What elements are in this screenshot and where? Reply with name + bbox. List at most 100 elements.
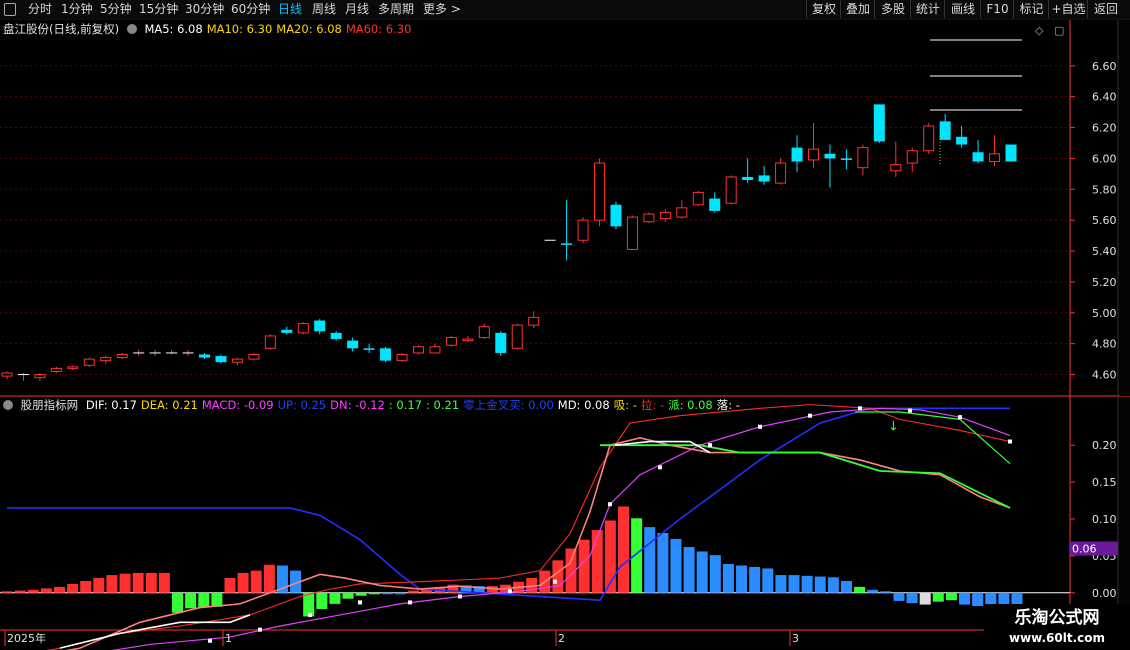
macd-bar (329, 592, 341, 604)
stock-chart[interactable]: 6.60 6.40 6.20 6.00 5.80 5.60 5.40 5.20 5.00 4.80… (0, 0, 1130, 650)
settings-icon[interactable] (126, 24, 137, 34)
price-tick-label: 4.60 (1092, 369, 1117, 382)
macd-bar (145, 572, 157, 593)
candle-body (939, 121, 951, 140)
candle-body (363, 348, 375, 350)
candle-body (396, 353, 408, 362)
macd-bar (185, 592, 197, 609)
marker-dot (658, 465, 662, 470)
candle-body (116, 353, 128, 359)
candle-body (330, 332, 342, 340)
macd-bar (840, 580, 852, 593)
side-strip (1120, 20, 1130, 396)
macd-bar (368, 592, 380, 595)
macd-bar (93, 578, 105, 593)
up-line (7, 407, 1010, 602)
candle-body (676, 207, 688, 218)
macd-bar (617, 506, 629, 593)
macd-bar (657, 533, 669, 593)
marker-dot (508, 589, 512, 594)
candle-body (989, 153, 1001, 163)
marker-dot (808, 413, 812, 418)
candle-body (709, 198, 721, 211)
macd-bar (722, 564, 734, 593)
marker-dot (858, 406, 862, 411)
candle-body (840, 158, 852, 160)
indicator-value-6: : 0.21 (426, 398, 460, 412)
price-tick-label: 4.80 (1092, 338, 1117, 351)
macd-bar (736, 565, 748, 593)
candle-body (199, 354, 211, 358)
candle-body (231, 358, 243, 363)
macd-bar (132, 572, 144, 593)
dea-line (111, 407, 1011, 650)
macd-bar (250, 570, 262, 593)
macd-bar (788, 575, 800, 593)
macd-bar (631, 518, 643, 593)
price-tick-label: 6.00 (1092, 152, 1117, 165)
macd-bar (40, 588, 52, 593)
macd-bar (316, 592, 328, 610)
macd-bar (355, 592, 367, 596)
candle-body (511, 324, 523, 349)
candle-body (347, 340, 359, 349)
time-label: 2 (558, 632, 565, 645)
time-label: 2025年 (7, 631, 46, 645)
price-tick-label: 6.60 (1092, 60, 1117, 73)
marker-dot (608, 502, 612, 507)
candle-body (462, 338, 474, 342)
ma-value-0: MA5: 6.08 (144, 22, 203, 36)
ma-value-3: MA60: 6.30 (345, 22, 412, 36)
price-tick-label: 5.00 (1092, 307, 1117, 320)
price-legend: 盘江股份(日线,前复权) MA5: 6.08 MA10: 6.30 MA20: 6.… (3, 21, 419, 37)
indicator-value-0: DIF: 0.17 (85, 398, 137, 412)
price-tick-label: 6.20 (1092, 122, 1117, 135)
macd-bar (644, 527, 656, 593)
candle-body (314, 320, 326, 332)
macd-bar (119, 573, 131, 593)
dn-line (46, 404, 1011, 650)
indicator-value-5: : 0.17 (388, 398, 422, 412)
macd-bar (696, 551, 708, 593)
macd-bar (932, 592, 944, 602)
macd-bar (867, 589, 879, 593)
macd-bar (342, 592, 354, 599)
dif-line (65, 437, 1011, 650)
indicator-value-9: 吸: - (613, 398, 637, 412)
macd-bar (749, 566, 761, 593)
price-tick-label: 5.40 (1092, 245, 1117, 258)
marker-dot (308, 612, 312, 617)
side-strip (1120, 398, 1130, 628)
macd-bar (53, 586, 65, 593)
candle-body (890, 164, 902, 172)
macd-bar (381, 592, 393, 595)
indicator-value-2: MACD: -0.09 (201, 398, 274, 412)
diamond-icon: ◇ (1035, 24, 1044, 37)
macd-bar (801, 575, 813, 593)
macd-bar (906, 592, 918, 604)
indicator-tick-label: 0.20 (1092, 439, 1117, 452)
down-arrow-icon: ↓ (888, 419, 899, 434)
macd-bar (237, 572, 249, 593)
candle-body (923, 125, 935, 152)
candle-body (906, 150, 918, 164)
macd-bar (303, 592, 315, 617)
window-icon: ▢ (1054, 24, 1064, 37)
candle-body (561, 243, 573, 245)
candle-body (100, 357, 112, 362)
candle-body (577, 219, 589, 241)
candle-body (972, 152, 984, 162)
candle-body (264, 335, 276, 349)
indicator-value-8: MD: 0.08 (557, 398, 610, 412)
candle-body (775, 162, 787, 184)
indicator-value-3: UP: 0.25 (277, 398, 327, 412)
candle-body (495, 332, 507, 353)
candle-body (956, 136, 968, 145)
macd-bar (67, 583, 79, 593)
macd-bar (959, 592, 971, 605)
macd-bar (854, 586, 866, 593)
candle-body (807, 148, 819, 161)
value-badge: 0.06 (1072, 543, 1097, 556)
settings-icon[interactable] (3, 400, 13, 410)
candle-body (83, 358, 95, 366)
